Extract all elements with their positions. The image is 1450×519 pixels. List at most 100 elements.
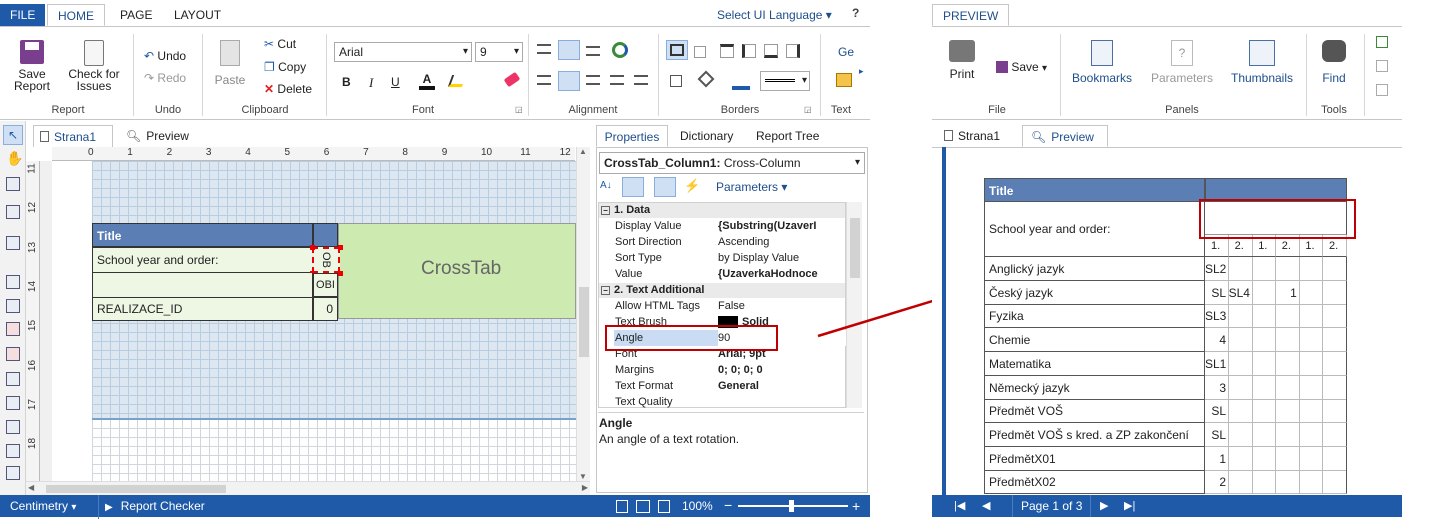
align-center-icon[interactable]	[558, 71, 580, 91]
more-tool-icon[interactable]	[1376, 60, 1388, 72]
scroll-left-icon[interactable]: ◀	[28, 483, 34, 492]
sort-alpha-icon[interactable]: A↓	[600, 180, 612, 191]
redo-button[interactable]: ↷ Redo	[144, 69, 186, 87]
ui-language-select[interactable]: Select UI Language ▾	[717, 8, 832, 22]
italic-button[interactable]: I	[369, 75, 373, 91]
crosstab-column-cell-2[interactable]: OBI	[313, 273, 338, 297]
doc-tab-preview[interactable]: 🔍︎ Preview	[122, 125, 202, 147]
align-middle-icon[interactable]	[558, 40, 580, 60]
justify-icon[interactable]	[610, 75, 624, 85]
rotate-icon[interactable]	[612, 42, 628, 58]
align-bottom-icon[interactable]	[586, 46, 600, 56]
tab-page[interactable]: PAGE	[110, 4, 162, 26]
parameters-dropdown[interactable]: Parameters ▾	[716, 180, 787, 194]
font-name-select[interactable]: Arial ▾	[334, 42, 472, 62]
zoom-slider-thumb[interactable]	[789, 500, 794, 512]
scroll-down-icon[interactable]: ▼	[579, 472, 587, 481]
bold-button[interactable]: B	[342, 75, 351, 89]
image-component-icon[interactable]	[6, 322, 20, 336]
border-style-select[interactable]: ▾	[760, 71, 810, 91]
value-cell[interactable]: 0	[313, 297, 338, 321]
property-row[interactable]: Text Format General	[614, 378, 846, 394]
font-size-select[interactable]: 9 ▾	[475, 42, 523, 62]
barcode-component-icon[interactable]	[6, 347, 20, 361]
horizontal-scrollbar[interactable]: ◀ ▶	[26, 481, 590, 495]
border-none-icon[interactable]	[694, 46, 706, 58]
cut-button[interactable]: ✂ Cut	[264, 35, 296, 53]
copy-button[interactable]: ❐ Copy	[264, 58, 306, 76]
vertical-scrollbar[interactable]: ▲ ▼	[576, 147, 590, 481]
border-top-icon[interactable]	[720, 44, 734, 58]
tab-home[interactable]: HOME	[47, 4, 105, 26]
underline-button[interactable]: U	[391, 75, 400, 89]
thumbnails-button[interactable]: Thumbnails	[1226, 40, 1298, 84]
align-top-icon[interactable]	[537, 44, 551, 54]
selection-handle[interactable]	[338, 271, 343, 276]
table-component-icon[interactable]	[6, 466, 20, 480]
realizace-cell[interactable]: REALIZACE_ID	[92, 297, 313, 321]
events-icon[interactable]: ⚡	[684, 178, 700, 194]
delete-button[interactable]: ✕ Delete	[264, 80, 312, 98]
bookmarks-button[interactable]: Bookmarks	[1066, 40, 1138, 84]
chevron-right-icon[interactable]: ▸	[859, 66, 864, 77]
band-icon[interactable]	[6, 236, 20, 250]
pointer-tool-icon[interactable]: ↖	[3, 125, 23, 145]
save-button[interactable]: Save ▾	[996, 58, 1047, 76]
scroll-up-icon[interactable]: ▲	[579, 147, 587, 156]
view-100-icon[interactable]	[658, 500, 670, 513]
panel-component-icon[interactable]	[6, 372, 20, 386]
scrollbar-thumb[interactable]	[46, 485, 226, 493]
find-button[interactable]: Find	[1314, 40, 1354, 84]
properties-view-icon[interactable]	[654, 177, 676, 197]
view-width-icon[interactable]	[636, 500, 650, 513]
text-format-icon[interactable]	[836, 73, 852, 87]
border-frame-icon[interactable]	[670, 75, 682, 87]
prev-page-button[interactable]: ◀	[982, 495, 990, 517]
property-row[interactable]: Text Quality	[614, 394, 846, 410]
border-left-icon[interactable]	[742, 44, 756, 58]
align-right-icon[interactable]	[586, 75, 600, 85]
zoom-in-button[interactable]: +	[852, 495, 860, 517]
save-report-button[interactable]: Save Report	[8, 40, 56, 92]
report-checker-button[interactable]: ▶ Report Checker	[98, 495, 205, 519]
properties-tab[interactable]: Properties	[596, 125, 668, 147]
border-all-icon[interactable]	[666, 40, 688, 60]
property-row[interactable]: Margins 0; 0; 0; 0	[614, 362, 846, 378]
align-left-icon[interactable]	[537, 75, 551, 85]
selection-handle[interactable]	[310, 245, 315, 250]
general-button[interactable]: Ge	[838, 45, 854, 59]
shape-component-icon[interactable]	[6, 396, 20, 410]
checkbox-component-icon[interactable]	[6, 420, 20, 434]
component-selector[interactable]: CrossTab_Column1: Cross-Column ▾	[599, 152, 865, 174]
property-value[interactable]: 0; 0; 0; 0	[718, 362, 846, 378]
border-right-icon[interactable]	[786, 44, 800, 58]
dialog-launcher-icon[interactable]: ◲	[515, 105, 523, 114]
richtext-component-icon[interactable]	[6, 299, 20, 313]
report-tree-tab[interactable]: Report Tree	[756, 129, 819, 143]
hand-tool-icon[interactable]: ✋	[6, 150, 23, 167]
zoom-out-button[interactable]: −	[724, 495, 732, 515]
tab-layout[interactable]: LAYOUT	[164, 4, 231, 26]
selection-handle[interactable]	[338, 245, 343, 250]
preview-ribbon-tab[interactable]: PREVIEW	[932, 4, 1010, 26]
property-value[interactable]: General	[718, 378, 846, 394]
scroll-right-icon[interactable]: ▶	[582, 483, 588, 492]
parameters-button[interactable]: ? Parameters	[1146, 40, 1218, 84]
sort-category-icon[interactable]	[622, 177, 644, 197]
last-page-button[interactable]: ▶|	[1124, 495, 1135, 517]
doc-tab-strana1[interactable]: Strana1	[33, 125, 113, 147]
check-issues-button[interactable]: Check for Issues	[62, 40, 126, 92]
crosstab-column-cell[interactable]: OB	[312, 247, 340, 273]
view-page-icon[interactable]	[616, 500, 628, 513]
first-page-button[interactable]: |◀	[954, 495, 965, 517]
school-year-cell[interactable]: School year and order:	[92, 247, 313, 273]
print-button[interactable]: Print	[942, 40, 982, 80]
border-color-icon[interactable]	[732, 72, 750, 90]
border-bottom-icon[interactable]	[764, 44, 778, 58]
band-icon[interactable]	[6, 205, 20, 219]
dictionary-tab[interactable]: Dictionary	[680, 129, 733, 143]
design-surface[interactable]: Title CrossTab School year and order: OB…	[40, 161, 576, 481]
tab-file[interactable]: FILE	[0, 4, 46, 26]
help-button[interactable]: ?	[852, 6, 859, 20]
paste-button[interactable]: Paste	[210, 40, 250, 86]
